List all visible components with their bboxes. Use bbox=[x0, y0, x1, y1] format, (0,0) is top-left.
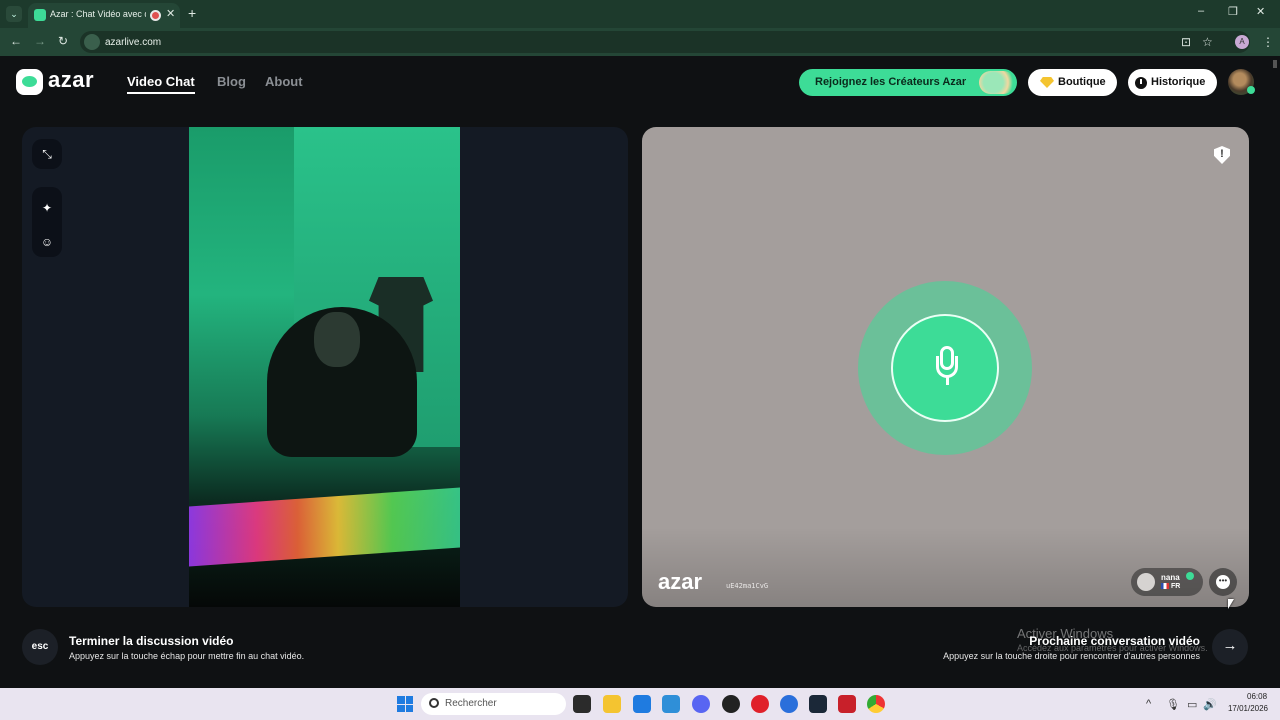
search-icon bbox=[429, 698, 439, 708]
self-camera-feed bbox=[189, 127, 460, 607]
chat-button[interactable]: ••• bbox=[1209, 568, 1237, 596]
url-field[interactable] bbox=[80, 31, 1250, 53]
reload-button[interactable]: ↻ bbox=[58, 34, 68, 48]
browser-tab-bar: ⌄ Azar : Chat Vidéo avec de n ✕ + – ❐ ✕ bbox=[0, 0, 1280, 28]
tab-search-dropdown[interactable]: ⌄ bbox=[6, 6, 22, 22]
opera-icon[interactable] bbox=[751, 695, 769, 713]
shop-button[interactable]: Boutique bbox=[1028, 69, 1117, 96]
azar-site: azar Video Chat Blog About Rejoignez les… bbox=[0, 56, 1280, 688]
site-info-icon[interactable] bbox=[84, 34, 100, 50]
partner-country: FR bbox=[1171, 583, 1181, 590]
face-filter-icon[interactable]: ☺ bbox=[40, 235, 54, 249]
discord-icon[interactable] bbox=[692, 695, 710, 713]
expand-tool[interactable]: ⤡ bbox=[32, 139, 62, 169]
taskbar-search-placeholder: Rechercher bbox=[445, 698, 497, 709]
browser-tab-azar[interactable]: Azar : Chat Vidéo avec de n ✕ bbox=[28, 3, 180, 28]
volume-tray-icon[interactable]: 🔊 bbox=[1203, 698, 1217, 711]
join-creators-label: Rejoignez les Créateurs Azar bbox=[815, 76, 967, 88]
steam-icon[interactable] bbox=[809, 695, 827, 713]
taskbar-date[interactable]: 17/01/2026 bbox=[1226, 704, 1268, 713]
nav-about[interactable]: About bbox=[265, 74, 303, 89]
join-creators-button[interactable]: Rejoignez les Créateurs Azar bbox=[799, 69, 1017, 96]
app-icon-8[interactable] bbox=[780, 695, 798, 713]
browser-address-bar: ← → ↻ bbox=[0, 28, 1280, 56]
online-status-icon bbox=[1247, 86, 1255, 94]
azar-watermark: azar bbox=[658, 569, 703, 594]
bookmark-star-icon[interactable]: ☆ bbox=[1202, 35, 1213, 49]
person-head bbox=[314, 312, 360, 367]
nav-active-underline bbox=[127, 92, 195, 94]
magic-wand-icon[interactable]: ✦ bbox=[40, 201, 54, 215]
expand-icon[interactable]: ⤡ bbox=[40, 147, 54, 161]
windows-taskbar: Rechercher ^ 🎙 ▭ 🔊 06:08 17/01/2026 bbox=[0, 688, 1280, 720]
effects-toolbox: ✦ ☺ bbox=[32, 187, 62, 257]
clock-icon bbox=[1135, 77, 1147, 89]
app-icon-4[interactable] bbox=[662, 695, 680, 713]
shop-label: Boutique bbox=[1058, 76, 1106, 88]
gem-icon bbox=[1040, 77, 1054, 88]
tab-close-button[interactable]: ✕ bbox=[166, 7, 175, 20]
history-button[interactable]: Historique bbox=[1128, 69, 1217, 96]
rgb-keyboard bbox=[189, 487, 460, 567]
minimize-button[interactable]: – bbox=[1198, 5, 1204, 17]
azar-favicon-icon bbox=[34, 9, 46, 21]
mouse-cursor bbox=[1228, 599, 1234, 609]
microphone-tray-icon[interactable]: 🎙 bbox=[1166, 698, 1180, 711]
end-chat-hint: Appuyez sur la touche échap pour mettre … bbox=[69, 651, 305, 661]
partner-name: nana bbox=[1161, 573, 1180, 582]
task-view-icon[interactable] bbox=[573, 695, 591, 713]
france-flag-icon bbox=[1161, 583, 1169, 589]
install-app-icon[interactable]: ⊡ bbox=[1181, 35, 1191, 49]
taskbar-time[interactable]: 06:08 bbox=[1247, 692, 1267, 701]
tray-chevron-icon[interactable]: ^ bbox=[1146, 698, 1151, 710]
next-chat-title: Prochaine conversation vidéo bbox=[1029, 634, 1200, 648]
app-icon-6[interactable] bbox=[722, 695, 740, 713]
azar-logo-text[interactable]: azar bbox=[48, 67, 94, 93]
forward-button[interactable]: → bbox=[34, 34, 46, 48]
page-scrollbar[interactable] bbox=[1273, 60, 1277, 68]
next-chat-hint: Appuyez sur la touche droite pour rencon… bbox=[943, 651, 1200, 661]
report-shield-icon[interactable]: ! bbox=[1214, 146, 1230, 164]
end-chat-button[interactable]: esc bbox=[22, 629, 58, 665]
partner-video-panel: ! azar uE42ma1CvG nana FR ••• bbox=[642, 127, 1249, 607]
windows-start-icon[interactable] bbox=[397, 696, 413, 712]
microphone-icon bbox=[936, 346, 958, 392]
taskbar-search-input[interactable]: Rechercher bbox=[421, 693, 566, 715]
store-icon[interactable] bbox=[633, 695, 651, 713]
end-chat-title: Terminer la discussion vidéo bbox=[69, 634, 234, 648]
recording-indicator-icon bbox=[150, 10, 161, 21]
browser-menu-icon[interactable]: ⋮ bbox=[1262, 35, 1274, 49]
next-chat-button[interactable]: → bbox=[1212, 629, 1248, 665]
app-icon-10[interactable] bbox=[838, 695, 856, 713]
azar-logo-icon[interactable] bbox=[16, 69, 43, 95]
tab-title: Azar : Chat Vidéo avec de n bbox=[50, 9, 146, 19]
close-window-button[interactable]: ✕ bbox=[1256, 5, 1265, 18]
nav-video-chat[interactable]: Video Chat bbox=[127, 74, 195, 89]
partner-info-chip[interactable]: nana FR bbox=[1131, 568, 1203, 596]
url-text[interactable]: azarlive.com bbox=[105, 37, 161, 48]
display-tray-icon[interactable]: ▭ bbox=[1187, 698, 1197, 711]
chrome-icon[interactable] bbox=[867, 695, 885, 713]
partner-avatar bbox=[1137, 573, 1155, 591]
self-video-panel: ⤡ ✦ ☺ bbox=[22, 127, 628, 607]
nav-blog[interactable]: Blog bbox=[217, 74, 246, 89]
mic-button[interactable] bbox=[891, 314, 999, 422]
new-tab-button[interactable]: + bbox=[188, 5, 196, 21]
history-label: Historique bbox=[1151, 76, 1206, 88]
back-button[interactable]: ← bbox=[10, 34, 22, 48]
verified-badge-icon bbox=[1186, 572, 1194, 580]
restore-button[interactable]: ❐ bbox=[1228, 5, 1238, 18]
browser-profile-avatar[interactable]: A bbox=[1235, 35, 1249, 49]
session-id: uE42ma1CvG bbox=[726, 582, 769, 590]
chat-bubble-icon: ••• bbox=[1216, 575, 1230, 589]
creators-illustration-icon bbox=[979, 71, 1015, 94]
file-explorer-icon[interactable] bbox=[603, 695, 621, 713]
